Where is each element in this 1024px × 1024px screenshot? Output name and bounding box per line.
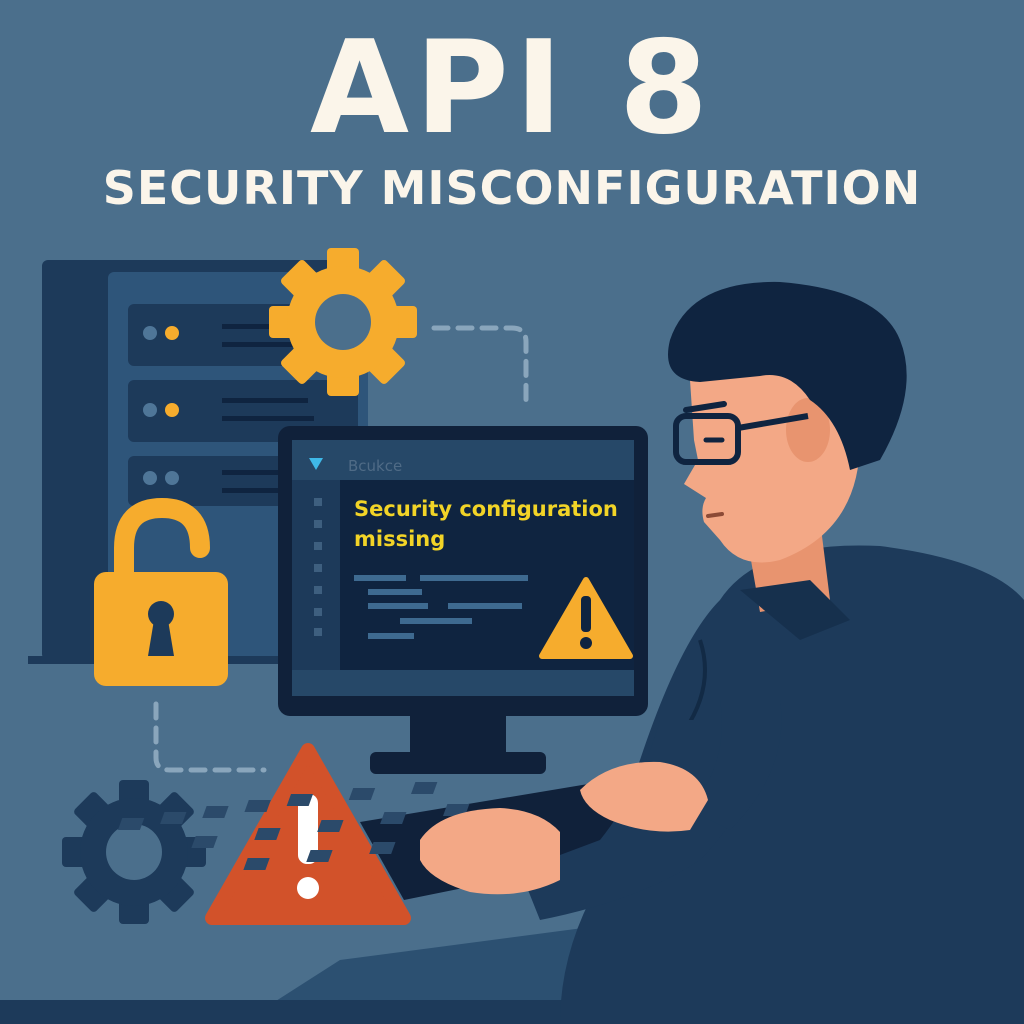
monitor-tab-label: Bcukce — [348, 457, 403, 475]
gear-icon — [62, 780, 206, 924]
monitor-error-message: Security configuration missing — [354, 497, 618, 551]
gear-icon — [269, 248, 417, 396]
illustration: API 8 SECURITY MISCONFIGURATION Bcukce S… — [0, 0, 1024, 1024]
page-subtitle: SECURITY MISCONFIGURATION — [102, 161, 922, 215]
page-title: API 8 — [309, 14, 715, 163]
